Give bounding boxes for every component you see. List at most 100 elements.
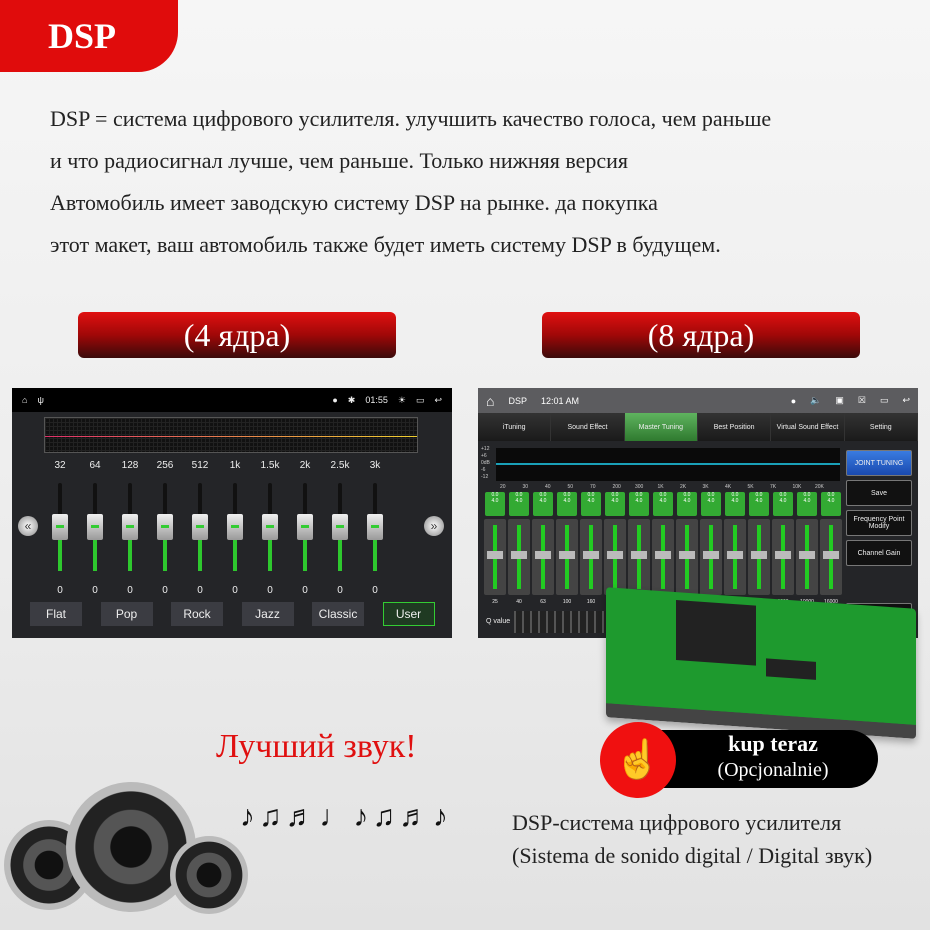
q-value: 4.0 — [635, 498, 643, 504]
gain-q-cell[interactable]: 0.0 4.0 — [725, 492, 745, 516]
intro-text: DSP = система цифрового усилителя. улучш… — [50, 98, 930, 266]
screenshot-icon[interactable]: ▣ — [835, 395, 844, 406]
home-icon[interactable]: ⌂ — [486, 393, 494, 409]
band-label: 32 — [54, 460, 66, 471]
eq-slider[interactable] — [796, 519, 818, 595]
eq-slider[interactable] — [700, 519, 722, 595]
freq-label: 20K — [815, 484, 824, 490]
gain-q-cell[interactable]: 0.0 4.0 — [509, 492, 529, 516]
freq-label: 30 — [522, 484, 529, 490]
eq-slider[interactable] — [484, 519, 506, 595]
eq-slider-knob[interactable] — [122, 514, 138, 540]
eq-slider[interactable] — [556, 519, 578, 595]
preset-button-flat[interactable]: Flat — [30, 602, 82, 626]
home-icon[interactable]: ⌂ — [22, 395, 27, 405]
button-save[interactable]: Save — [846, 480, 912, 506]
freq-label: 300 — [635, 484, 644, 490]
close-icon[interactable]: ☒ — [858, 395, 866, 406]
preset-button-pop[interactable]: Pop — [100, 602, 153, 626]
buy-title: kup teraz — [728, 731, 818, 756]
gain-q-cell[interactable]: 0.0 4.0 — [701, 492, 721, 516]
tab-sound-effect[interactable]: Sound Effect — [551, 413, 625, 441]
gain-q-cell[interactable]: 0.0 4.0 — [557, 492, 577, 516]
brightness-icon[interactable]: ☀ — [398, 395, 406, 406]
eq-slider[interactable] — [724, 519, 746, 595]
freq-label: 5K — [747, 484, 754, 490]
slider-fill — [373, 537, 377, 571]
freq-label: 4K — [725, 484, 732, 490]
eq-slider-knob[interactable] — [297, 514, 313, 540]
back-icon[interactable]: ↩ — [434, 395, 442, 406]
eq-slider[interactable] — [604, 519, 626, 595]
eq-slider[interactable] — [652, 519, 674, 595]
footer-text: DSP-система цифрового усилителя (Sistema… — [512, 810, 873, 868]
gain-q-cell[interactable]: 0.0 4.0 — [797, 492, 817, 516]
preset-button-rock[interactable]: Rock — [171, 602, 223, 626]
gain-q-cell[interactable]: 0.0 4.0 — [677, 492, 697, 516]
speaker-image — [170, 836, 248, 914]
button-channel-gain[interactable]: Channel Gain — [846, 540, 912, 566]
slider-fill — [233, 537, 237, 571]
eq-slider[interactable] — [676, 519, 698, 595]
eq-slider-knob[interactable] — [192, 514, 208, 540]
gain-q-cell[interactable]: 0.0 4.0 — [629, 492, 649, 516]
gain-q-cell[interactable]: 0.0 4.0 — [773, 492, 793, 516]
gain-q-cell[interactable]: 0.0 4.0 — [605, 492, 625, 516]
band-label: 2.5k — [330, 460, 350, 471]
gain-q-cell[interactable]: 0.0 4.0 — [821, 492, 841, 516]
q-value: 4.0 — [803, 498, 811, 504]
gain-q-cell[interactable]: 0.0 4.0 — [653, 492, 673, 516]
eq-slider[interactable] — [820, 519, 842, 595]
eq-slider[interactable] — [772, 519, 794, 595]
recent-apps-icon[interactable]: ▭ — [416, 395, 425, 406]
freq-label: 20 — [500, 484, 506, 490]
q-value: 4.0 — [659, 498, 667, 504]
usb-icon: ψ — [37, 395, 44, 405]
gain-q-cell[interactable]: 0.0 4.0 — [485, 492, 505, 516]
preset-button-user[interactable]: User — [382, 602, 435, 626]
button-frequency-point-modify[interactable]: Frequency Point Modify — [846, 510, 912, 536]
preset-button-jazz[interactable]: Jazz — [241, 602, 294, 626]
status-bar: ⌂ DSP 12:01 AM ● 🔈 ▣ ☒ ▭ ↩ — [478, 388, 918, 413]
gain-q-cell[interactable]: 0.0 4.0 — [533, 492, 553, 516]
eq-curve-graph — [496, 448, 840, 481]
next-icon[interactable]: » — [424, 516, 444, 536]
best-sound-heading: Лучший звук! — [216, 728, 417, 765]
band-value: 0 — [92, 585, 98, 596]
band-label: 1.5k — [260, 460, 280, 471]
volume-icon[interactable]: 🔈 — [810, 395, 821, 406]
band-label: 160 — [586, 599, 596, 605]
recent-apps-icon[interactable]: ▭ — [880, 395, 889, 406]
band-value: 0 — [337, 585, 343, 596]
eq-slider-knob[interactable] — [262, 514, 278, 540]
eq-slider[interactable] — [508, 519, 530, 595]
tab-best-position[interactable]: Best Position — [697, 413, 772, 441]
tab-ituning[interactable]: iTuning — [478, 413, 552, 441]
eq-slider-knob[interactable] — [157, 514, 173, 540]
button-joint-tuning[interactable]: JOINT TUNING — [846, 450, 912, 476]
freq-label: 2K — [680, 484, 687, 490]
eq-slider-knob[interactable] — [52, 514, 68, 540]
tab-master-tuning[interactable]: Master Tuning — [624, 413, 698, 441]
preset-button-classic[interactable]: Classic — [312, 602, 364, 626]
eq-slider-knob[interactable] — [87, 514, 103, 540]
freq-label: 1K — [657, 484, 664, 490]
intro-line: и что радиосигнал лучше, чем раньше. Тол… — [50, 148, 629, 173]
previous-icon[interactable]: « — [18, 516, 38, 536]
eq-slider-knob[interactable] — [367, 514, 383, 540]
eq-slider[interactable] — [628, 519, 650, 595]
eq-slider[interactable] — [748, 519, 770, 595]
db-label: -6 — [481, 467, 486, 473]
band-label: 2k — [299, 460, 311, 471]
gain-q-cell[interactable]: 0.0 4.0 — [749, 492, 769, 516]
tab-setting[interactable]: Setting — [844, 413, 918, 441]
eq-slider[interactable] — [580, 519, 602, 595]
intro-line: DSP = система цифрового усилителя. улучш… — [50, 106, 772, 131]
eq-slider-knob[interactable] — [332, 514, 348, 540]
tab-virtual-sound-effect[interactable]: Virtual Sound Effect — [771, 413, 845, 441]
gain-q-cell[interactable]: 0.0 4.0 — [581, 492, 601, 516]
eq-slider-knob[interactable] — [227, 514, 243, 540]
eq-slider[interactable] — [532, 519, 554, 595]
back-icon[interactable]: ↩ — [902, 395, 910, 406]
db-label: +6 — [481, 453, 487, 459]
